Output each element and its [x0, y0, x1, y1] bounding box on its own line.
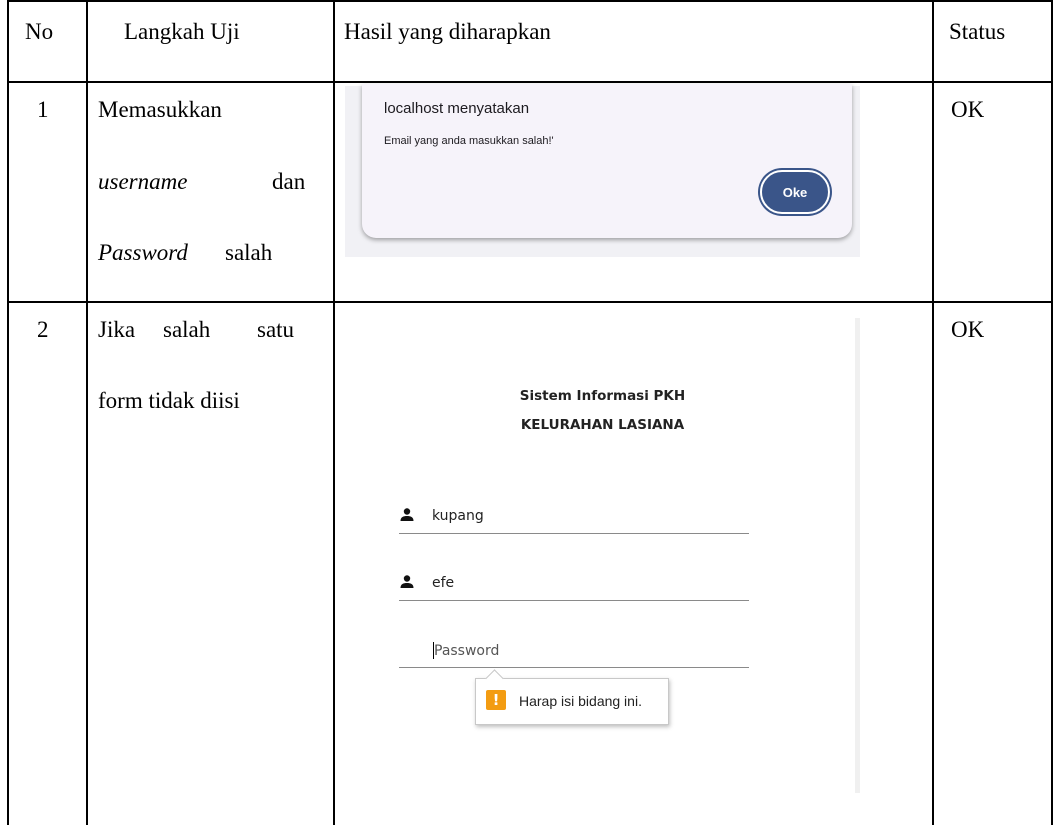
table-border	[7, 0, 1052, 2]
status-value: OK	[951, 317, 985, 342]
table-border	[86, 0, 88, 825]
row-number: 2	[37, 317, 49, 342]
step-text: Memasukkan	[98, 97, 222, 122]
step-text: salah	[163, 317, 211, 342]
header-expected: Hasil yang diharapkan	[344, 19, 551, 44]
username-value: kupang	[432, 508, 484, 524]
app-title: Sistem Informasi PKH	[519, 388, 686, 404]
table-border	[7, 81, 1052, 83]
table-border	[7, 301, 1052, 303]
email-value: efe	[432, 575, 455, 591]
step-text: dan	[272, 169, 306, 194]
oke-button[interactable]: Oke	[760, 170, 830, 214]
header-status: Status	[949, 19, 1006, 44]
login-form-screenshot: Sistem Informasi PKH KELURAHAN LASIANA k…	[345, 318, 860, 793]
alert-screenshot: localhost menyatakan Email yang anda mas…	[345, 84, 860, 257]
text-caret	[433, 642, 434, 659]
row-number: 1	[37, 97, 49, 122]
password-placeholder: Password	[434, 643, 500, 659]
table-border	[1051, 0, 1053, 825]
step-text: form tidak diisi	[98, 388, 240, 413]
tooltip-text: Harap isi bidang ini.	[519, 693, 642, 709]
username-field[interactable]: kupang	[399, 503, 749, 534]
table-border	[333, 0, 335, 825]
dialog-title: localhost menyatakan	[384, 100, 530, 117]
warning-icon: !	[486, 690, 506, 710]
step-text: Password	[98, 240, 188, 265]
status-value: OK	[951, 97, 985, 122]
password-field[interactable]: Password	[399, 637, 749, 668]
step-text: Jika	[98, 317, 136, 342]
step-text: username	[98, 169, 188, 194]
dialog-message: Email yang anda masukkan salah!'	[384, 135, 554, 147]
header-no: No	[25, 19, 54, 44]
table-border	[7, 0, 9, 825]
alert-dialog: localhost menyatakan Email yang anda mas…	[362, 84, 852, 238]
header-step: Langkah Uji	[124, 19, 240, 44]
validation-tooltip: ! Harap isi bidang ini.	[475, 669, 669, 725]
table-border	[932, 0, 934, 825]
step-text: satu	[257, 317, 295, 342]
test-case-table: No Langkah Uji Hasil yang diharapkan Sta…	[0, 0, 1059, 825]
user-icon	[400, 575, 414, 588]
tooltip-arrow	[485, 669, 504, 688]
step-text: salah	[225, 240, 273, 265]
email-field[interactable]: efe	[399, 570, 749, 601]
app-subtitle: KELURAHAN LASIANA	[520, 417, 685, 433]
user-icon	[400, 508, 414, 521]
